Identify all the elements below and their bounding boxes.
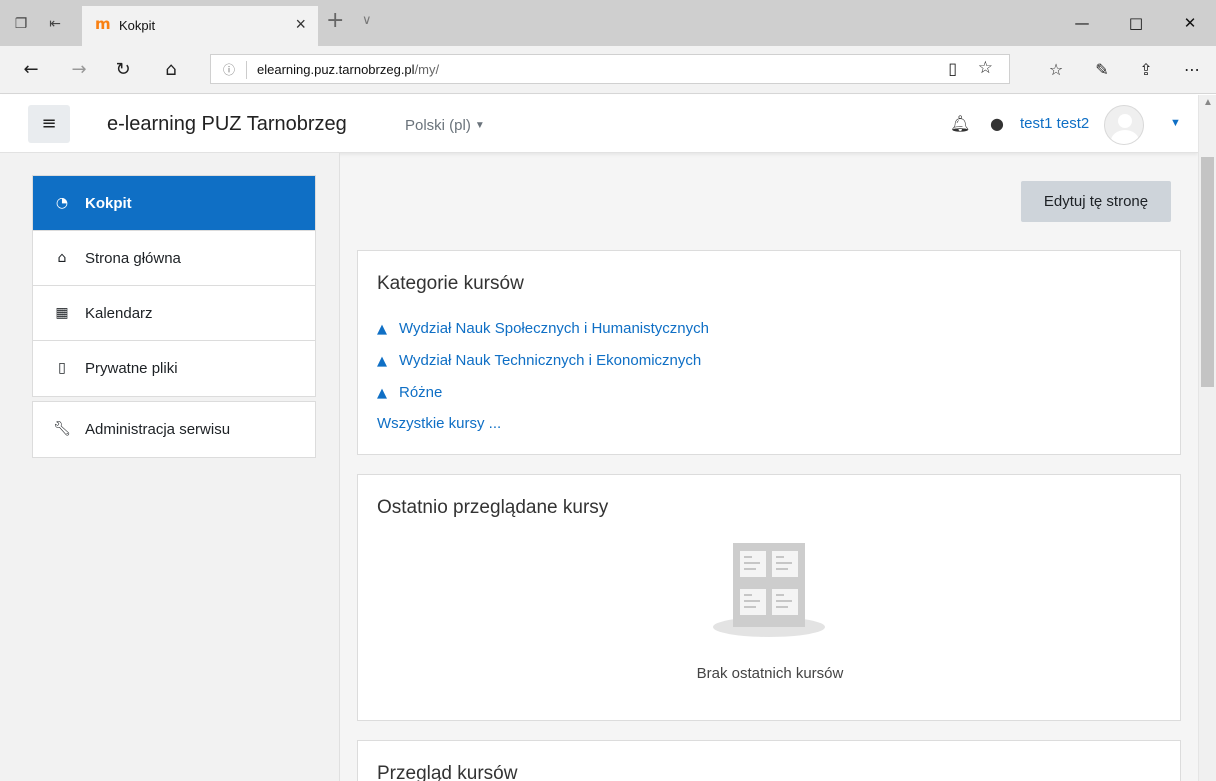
course-categories-card: Kategorie kursów ▲ Wydział Nauk Społeczny…	[357, 250, 1181, 455]
nav-drawer-admin-group: 🔧︎ Administracja serwisu	[32, 401, 316, 458]
nav-item-label: Prywatne pliki	[85, 360, 178, 377]
minimize-icon[interactable]: —	[1062, 10, 1102, 36]
url-text: elearning.puz.tarnobrzeg.pl/my/	[257, 62, 439, 77]
scroll-up-icon[interactable]: ▲	[1203, 97, 1213, 108]
category-link[interactable]: ▲ Wydział Nauk Społecznych i Humanistyczn…	[377, 320, 709, 337]
url-path: /my/	[414, 62, 440, 77]
card-title: Ostatnio przeglądane kursy	[377, 497, 609, 518]
nav-item-label: Administracja serwisu	[85, 421, 231, 438]
graduation-cap-icon: ▲	[377, 386, 387, 401]
category-link-label: Wydział Nauk Społecznych i Humanistyczny…	[399, 320, 709, 337]
tab-actions-icon[interactable]: ❐	[10, 12, 32, 34]
moodle-favicon-icon: m	[95, 15, 111, 33]
nav-item-kokpit[interactable]: ◔ Kokpit	[33, 176, 315, 231]
notifications-bell-icon[interactable]: 🔔︎	[950, 114, 970, 133]
category-link[interactable]: ▲ Wydział Nauk Technicznych i Ekonomiczny…	[377, 352, 701, 369]
nav-item-label: Kalendarz	[85, 305, 153, 322]
category-link-label: Wydział Nauk Technicznych i Ekonomicznyc…	[399, 352, 702, 369]
new-tab-icon[interactable]: +	[326, 8, 344, 33]
category-link[interactable]: ▲ Różne	[377, 384, 442, 401]
language-caret-icon: ▼	[474, 120, 485, 131]
file-icon: ▯	[58, 360, 66, 376]
card-title: Kategorie kursów	[377, 273, 524, 294]
user-menu-caret-icon[interactable]: ▼	[1170, 117, 1181, 129]
refresh-icon[interactable]: ↻	[110, 58, 136, 82]
scrollbar-thumb[interactable]	[1201, 157, 1214, 387]
share-icon[interactable]: ⇪	[1132, 58, 1160, 82]
nav-item-strona-glowna[interactable]: ⌂ Strona główna	[33, 231, 315, 286]
empty-courses-illustration	[713, 543, 825, 639]
reading-view-icon[interactable]: ▯	[948, 59, 957, 78]
favorites-hub-icon[interactable]: ☆	[1042, 58, 1070, 82]
close-window-icon[interactable]: ✕	[1170, 10, 1210, 36]
browser-tab-bar: ❐ ⇤ m Kokpit × + ∨ — □ ✕	[0, 0, 1216, 46]
home-icon: ⌂	[57, 250, 67, 266]
nav-item-kalendarz[interactable]: ▦ Kalendarz	[33, 286, 315, 341]
language-menu[interactable]: Polski (pl) ▼	[405, 117, 485, 134]
graduation-cap-icon: ▲	[377, 322, 387, 337]
messages-icon[interactable]: ●	[990, 114, 1004, 133]
language-label: Polski (pl)	[405, 117, 471, 134]
calendar-icon: ▦	[55, 305, 69, 321]
tab-preview-chevron-icon[interactable]: ∨	[362, 12, 372, 28]
empty-state-text: Brak ostatnich kursów	[696, 665, 844, 682]
edit-page-button[interactable]: Edytuj tę stronę	[1021, 181, 1171, 222]
wrench-icon: 🔧︎	[53, 421, 71, 437]
nav-item-label: Kokpit	[85, 195, 132, 212]
category-link-label: Różne	[399, 384, 443, 401]
nav-item-label: Strona główna	[85, 250, 181, 267]
tab-title: Kokpit	[119, 18, 156, 33]
card-title: Przegląd kursów	[377, 763, 518, 781]
browser-tab-kokpit[interactable]: m Kokpit ×	[82, 6, 318, 46]
nav-drawer-main-group: ◔ Kokpit ⌂ Strona główna ▦ Kalendarz ▯ P…	[32, 175, 316, 397]
user-name[interactable]: test1 test2	[1020, 115, 1089, 132]
menu-toggle-icon[interactable]: ≡	[28, 105, 70, 143]
course-overview-card: Przegląd kursów	[357, 740, 1181, 781]
forward-icon[interactable]: →	[66, 58, 92, 82]
url-host: elearning.puz.tarnobrzeg.pl	[257, 62, 415, 77]
tab-close-icon[interactable]: ×	[295, 14, 306, 35]
back-icon[interactable]: ←	[18, 58, 44, 82]
maximize-icon[interactable]: □	[1116, 10, 1156, 36]
url-separator	[246, 61, 247, 79]
site-info-icon[interactable]: ⓘ	[223, 61, 235, 78]
home-browser-icon[interactable]: ⌂	[158, 58, 184, 82]
set-tabs-aside-icon[interactable]: ⇤	[44, 12, 66, 34]
all-courses-link[interactable]: Wszystkie kursy ...	[377, 415, 501, 432]
favorite-star-icon[interactable]: ☆	[978, 58, 993, 78]
recent-courses-card: Ostatnio przeglądane kursy Brak ostatnic…	[357, 474, 1181, 721]
site-navbar: ≡ e-learning PUZ Tarnobrzeg Polski (pl) ▼…	[0, 95, 1198, 153]
browser-address-bar: ← → ↻ ⌂ ⓘ elearning.puz.tarnobrzeg.pl/my…	[0, 46, 1216, 94]
graduation-cap-icon: ▲	[377, 354, 387, 369]
web-note-pen-icon[interactable]: ✎	[1088, 58, 1116, 82]
more-options-icon[interactable]: ⋯	[1178, 58, 1206, 82]
dashboard-icon: ◔	[55, 195, 69, 211]
site-brand[interactable]: e-learning PUZ Tarnobrzeg	[107, 113, 347, 136]
nav-item-prywatne-pliki[interactable]: ▯ Prywatne pliki	[33, 341, 315, 396]
avatar[interactable]	[1104, 105, 1144, 145]
page-scrollbar[interactable]: ▲	[1198, 95, 1216, 781]
nav-item-administracja[interactable]: 🔧︎ Administracja serwisu	[33, 402, 315, 457]
url-field[interactable]: ⓘ elearning.puz.tarnobrzeg.pl/my/ ▯ ☆	[210, 54, 1010, 84]
